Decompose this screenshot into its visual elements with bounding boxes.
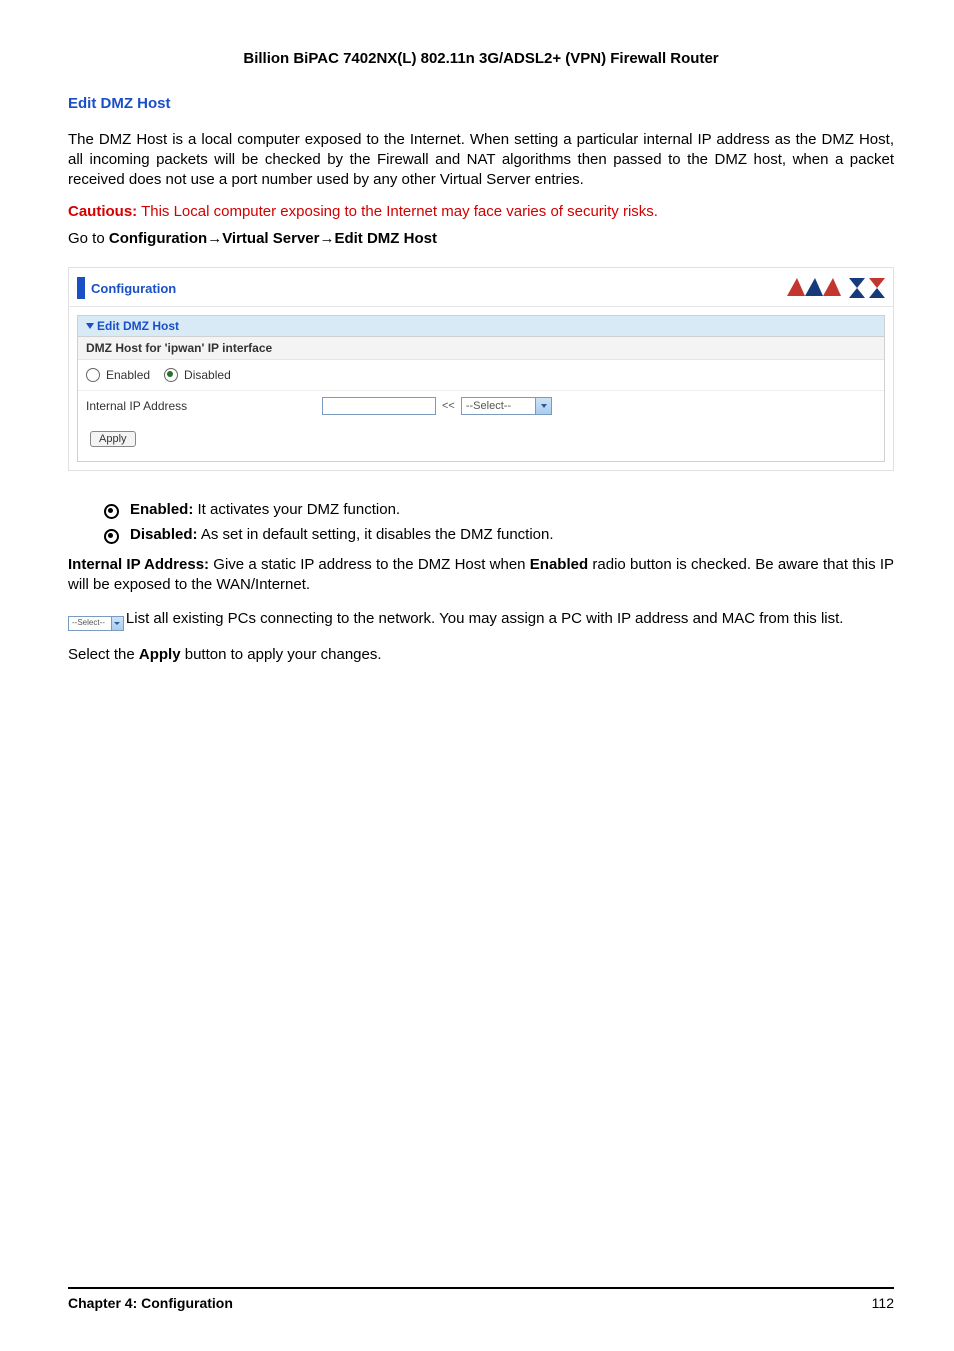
apply-suffix: button to apply your changes.: [181, 646, 382, 663]
pc-select-value: --Select--: [462, 400, 535, 412]
ip-para-bold: Enabled: [530, 556, 588, 573]
option-bullet-list: Enabled: It activates your DMZ function.…: [104, 501, 894, 543]
ip-para-label: Internal IP Address:: [68, 556, 209, 573]
bullet-disabled-text: As set in default setting, it disables t…: [198, 526, 554, 543]
bullet-enabled-text: It activates your DMZ function.: [193, 501, 400, 518]
radio-disabled-label: Disabled: [184, 368, 231, 382]
edit-dmz-panel: Edit DMZ Host DMZ Host for 'ipwan' IP in…: [77, 315, 885, 462]
ui-page-title: Configuration: [91, 281, 176, 296]
panel-title-text: Edit DMZ Host: [97, 319, 179, 333]
product-title: Billion BiPAC 7402NX(L) 802.11n 3G/ADSL2…: [68, 50, 894, 67]
apply-paragraph: Select the Apply button to apply your ch…: [68, 645, 894, 665]
page-footer: Chapter 4: Configuration 112: [68, 1287, 894, 1311]
apply-button[interactable]: Apply: [90, 431, 136, 447]
panel-subheader: DMZ Host for 'ipwan' IP interface: [78, 337, 884, 360]
chevron-down-icon: [111, 617, 123, 630]
chevron-down-icon: [535, 398, 551, 414]
ip-para-text1: Give a static IP address to the DMZ Host…: [209, 556, 530, 573]
caution-label: Cautious:: [68, 203, 137, 220]
footer-rule: [68, 1287, 894, 1289]
caution-text: This Local computer exposing to the Inte…: [137, 203, 658, 220]
internal-ip-label: Internal IP Address: [86, 399, 322, 413]
list-paragraph: --Select-- List all existing PCs connect…: [68, 609, 894, 631]
pc-select[interactable]: --Select--: [461, 397, 552, 415]
nav-part2: Virtual Server: [222, 230, 319, 247]
apply-bold: Apply: [139, 646, 181, 663]
dmz-description: The DMZ Host is a local computer exposed…: [68, 130, 894, 189]
bullet-disabled-label: Disabled:: [130, 526, 198, 543]
brand-logo: [775, 274, 885, 302]
radio-disabled[interactable]: [164, 368, 178, 382]
list-text: List all existing PCs connecting to the …: [126, 610, 844, 627]
page-number: 112: [872, 1295, 894, 1311]
arrow-icon: →: [207, 230, 222, 247]
enabled-disabled-row: Enabled Disabled: [78, 360, 884, 391]
bullet-disabled: Disabled: As set in default setting, it …: [104, 526, 894, 543]
nav-instruction: Go to Configuration→Virtual Server→Edit …: [68, 230, 894, 247]
radio-enabled[interactable]: [86, 368, 100, 382]
apply-row: Apply: [78, 421, 884, 461]
panel-title[interactable]: Edit DMZ Host: [78, 316, 884, 337]
radio-enabled-label: Enabled: [106, 368, 150, 382]
nav-prefix: Go to: [68, 230, 109, 247]
arrow-icon: →: [319, 230, 334, 247]
bullet-enabled: Enabled: It activates your DMZ function.: [104, 501, 894, 518]
apply-prefix: Select the: [68, 646, 139, 663]
internal-ip-row: Internal IP Address << --Select--: [78, 391, 884, 421]
nav-part1: Configuration: [109, 230, 207, 247]
internal-ip-input[interactable]: [322, 397, 436, 415]
nav-part3: Edit DMZ Host: [334, 230, 437, 247]
laquo-icon: <<: [442, 400, 455, 412]
internal-ip-paragraph: Internal IP Address: Give a static IP ad…: [68, 555, 894, 595]
ui-header: Configuration: [69, 268, 893, 307]
section-heading: Edit DMZ Host: [68, 95, 894, 112]
chapter-label: Chapter 4: Configuration: [68, 1295, 233, 1311]
collapse-icon: [86, 323, 94, 329]
bullet-enabled-label: Enabled:: [130, 501, 193, 518]
header-accent-bar: [77, 277, 85, 299]
config-screenshot: Configuration Edit DMZ Host DMZ Host for…: [68, 267, 894, 471]
caution-line: Cautious: This Local computer exposing t…: [68, 203, 894, 220]
inline-select-icon: --Select--: [68, 616, 124, 631]
inline-select-value: --Select--: [69, 618, 111, 629]
